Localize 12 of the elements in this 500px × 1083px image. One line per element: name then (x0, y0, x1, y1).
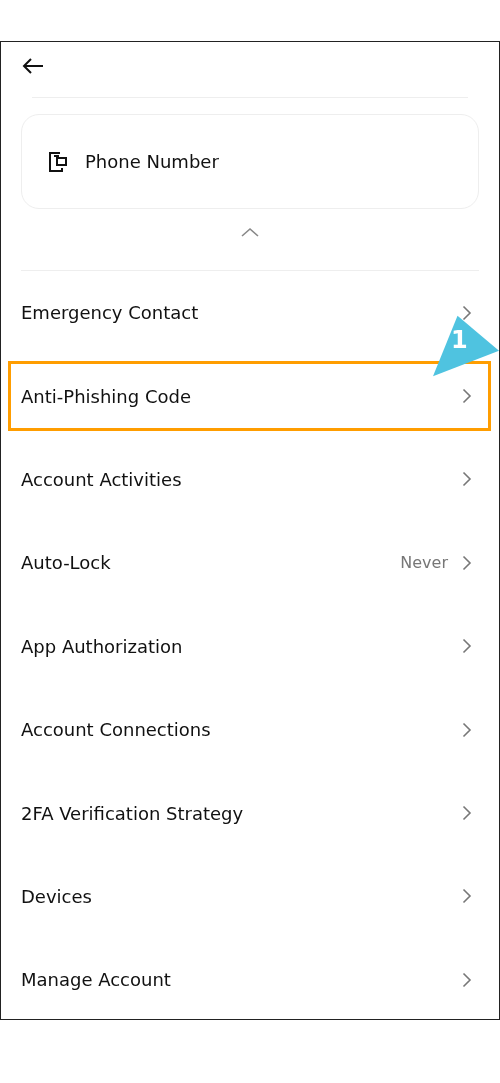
item-label: Anti-Phishing Code (21, 385, 191, 407)
item-label: Devices (21, 885, 92, 907)
item-label: 2FA Verification Strategy (21, 802, 244, 824)
card-label: Phone Number (85, 151, 219, 172)
item-value: Never (400, 553, 448, 573)
item-label: Emergency Contact (21, 302, 199, 324)
item-label: Account Connections (21, 719, 211, 741)
item-label: Auto-Lock (21, 552, 111, 574)
item-label: Manage Account (21, 969, 171, 991)
item-label: Account Activities (21, 468, 182, 490)
step-tooltip: 1 (433, 314, 499, 378)
item-label: App Authorization (21, 635, 183, 657)
